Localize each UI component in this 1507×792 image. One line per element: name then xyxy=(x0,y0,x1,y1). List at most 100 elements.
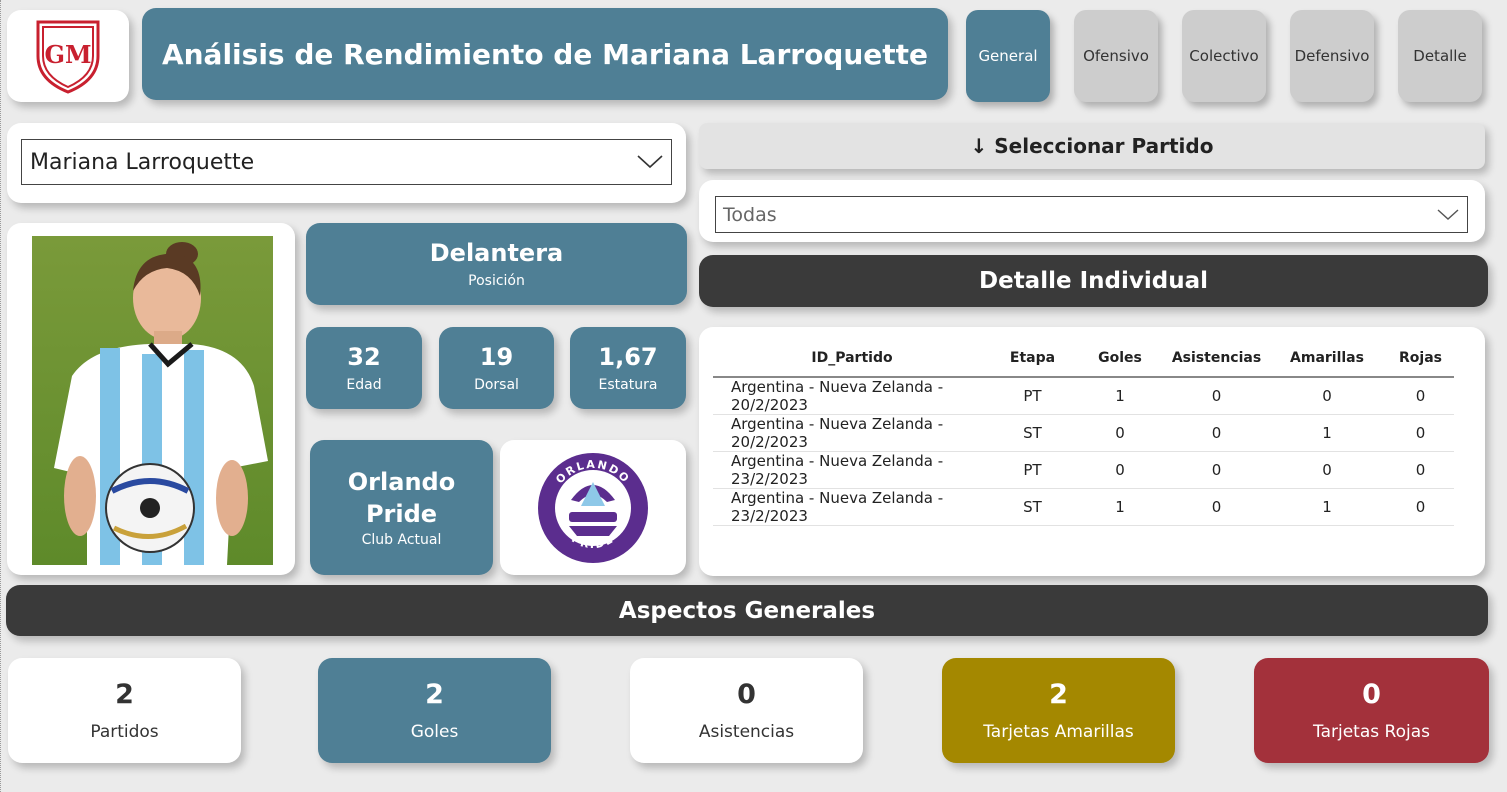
table-cell: ST xyxy=(991,488,1074,526)
tab-defensivo[interactable]: Defensivo xyxy=(1290,10,1374,102)
table-cell: 0 xyxy=(1267,451,1387,489)
dorsal-label: Dorsal xyxy=(474,377,519,393)
dorsal-card: 19 Dorsal xyxy=(439,327,554,409)
dorsal-value: 19 xyxy=(479,343,514,371)
match-select-header: ↓ Seleccionar Partido xyxy=(699,123,1485,169)
shield-logo-icon: GM xyxy=(36,20,100,94)
table-header-row: ID_Partido Etapa Goles Asistencias Amari… xyxy=(713,339,1454,378)
height-card: 1,67 Estatura xyxy=(570,327,686,409)
kpi-asistencias-value: 0 xyxy=(737,679,756,710)
table-row[interactable]: Argentina - Nueva Zelanda - 20/2/2023 ST… xyxy=(713,414,1454,452)
kpi-partidos-card: 2 Partidos xyxy=(8,658,241,763)
player-photo-card xyxy=(7,223,295,575)
column-header[interactable]: Etapa xyxy=(991,339,1074,378)
club-name-line1: Orlando xyxy=(347,467,456,496)
tab-general[interactable]: General xyxy=(966,10,1050,102)
table-cell: 0 xyxy=(1387,451,1454,489)
table-cell: Argentina - Nueva Zelanda - 20/2/2023 xyxy=(713,414,991,452)
position-card: Delantera Posición xyxy=(306,223,687,305)
kpi-goles-label: Goles xyxy=(410,722,459,742)
match-select-header-text: ↓ Seleccionar Partido xyxy=(970,134,1214,158)
general-section-title: Aspectos Generales xyxy=(618,597,876,624)
kpi-goles-card: 2 Goles xyxy=(318,658,551,763)
column-header[interactable]: Asistencias xyxy=(1166,339,1267,378)
tab-detalle[interactable]: Detalle xyxy=(1398,10,1482,102)
match-select-card: Todas xyxy=(699,180,1485,242)
table-cell: 0 xyxy=(1166,488,1267,526)
kpi-rojas-label: Tarjetas Rojas xyxy=(1313,722,1430,742)
table-cell: 0 xyxy=(1387,488,1454,526)
table-cell: 1 xyxy=(1267,414,1387,452)
chevron-down-icon xyxy=(1437,208,1459,220)
table-cell: Argentina - Nueva Zelanda - 20/2/2023 xyxy=(713,377,991,415)
club-logo-card: ORLANDO PRIDE xyxy=(500,440,686,575)
club-label: Club Actual xyxy=(361,531,442,548)
tab-colectivo[interactable]: Colectivo xyxy=(1182,10,1266,102)
table-cell: 0 xyxy=(1074,414,1166,452)
page-title-text: Análisis de Rendimiento de Mariana Larro… xyxy=(161,37,929,71)
club-logo-icon: ORLANDO PRIDE xyxy=(538,452,648,563)
table-cell: Argentina - Nueva Zelanda - 23/2/2023 xyxy=(713,488,991,526)
column-header[interactable]: Rojas xyxy=(1387,339,1454,378)
match-select-dropdown[interactable]: Todas xyxy=(715,196,1468,233)
chevron-down-icon xyxy=(637,155,663,169)
column-header[interactable]: Goles xyxy=(1074,339,1166,378)
detail-table: ID_Partido Etapa Goles Asistencias Amari… xyxy=(713,339,1454,526)
kpi-amarillas-value: 2 xyxy=(1049,679,1068,710)
tab-detalle-label: Detalle xyxy=(1413,47,1467,65)
column-header[interactable]: ID_Partido xyxy=(713,339,991,378)
height-label: Estatura xyxy=(598,377,658,393)
club-card: Orlando Pride Club Actual xyxy=(310,440,493,575)
tab-colectivo-label: Colectivo xyxy=(1189,47,1259,65)
age-label: Edad xyxy=(346,377,382,393)
detail-section-title: Detalle Individual xyxy=(979,268,1208,294)
tab-general-label: General xyxy=(978,47,1038,65)
table-cell: 1 xyxy=(1267,488,1387,526)
player-select-value: Mariana Larroquette xyxy=(30,149,255,175)
table-cell: PT xyxy=(991,377,1074,415)
kpi-asistencias-label: Asistencias xyxy=(698,722,795,742)
table-cell: PT xyxy=(991,451,1074,489)
table-row[interactable]: Argentina - Nueva Zelanda - 23/2/2023 PT… xyxy=(713,451,1454,489)
age-card: 32 Edad xyxy=(306,327,422,409)
team-logo: GM xyxy=(7,10,129,102)
detail-section-header: Detalle Individual xyxy=(699,255,1488,307)
player-select-card: Mariana Larroquette xyxy=(7,123,686,203)
table-cell: 0 xyxy=(1166,451,1267,489)
tab-defensivo-label: Defensivo xyxy=(1294,47,1370,65)
table-cell: 1 xyxy=(1074,488,1166,526)
kpi-rojas-value: 0 xyxy=(1362,679,1381,710)
column-header[interactable]: Amarillas xyxy=(1267,339,1387,378)
kpi-amarillas-label: Tarjetas Amarillas xyxy=(983,722,1134,742)
table-row[interactable]: Argentina - Nueva Zelanda - 23/2/2023 ST… xyxy=(713,488,1454,526)
table-cell: ST xyxy=(991,414,1074,452)
kpi-amarillas-card: 2 Tarjetas Amarillas xyxy=(942,658,1175,763)
kpi-partidos-value: 2 xyxy=(115,679,134,710)
table-row[interactable]: Argentina - Nueva Zelanda - 20/2/2023 PT… xyxy=(713,377,1454,415)
kpi-goles-value: 2 xyxy=(425,679,444,710)
player-photo-illustration xyxy=(32,236,273,565)
detail-table-card: ID_Partido Etapa Goles Asistencias Amari… xyxy=(699,327,1485,576)
position-label: Posición xyxy=(468,273,525,289)
club-name-line2: Pride xyxy=(365,499,438,528)
table-cell: 0 xyxy=(1387,414,1454,452)
kpi-asistencias-card: 0 Asistencias xyxy=(630,658,863,763)
table-cell: Argentina - Nueva Zelanda - 23/2/2023 xyxy=(713,451,991,489)
height-value: 1,67 xyxy=(598,343,658,371)
table-cell: 0 xyxy=(1166,377,1267,415)
table-cell: 1 xyxy=(1074,377,1166,415)
kpi-partidos-label: Partidos xyxy=(90,722,159,742)
age-value: 32 xyxy=(347,343,381,371)
player-select-dropdown[interactable]: Mariana Larroquette xyxy=(21,139,672,185)
general-section-header: Aspectos Generales xyxy=(6,585,1488,636)
player-photo xyxy=(32,236,273,565)
position-value: Delantera xyxy=(429,239,564,267)
kpi-rojas-card: 0 Tarjetas Rojas xyxy=(1254,658,1489,763)
tab-ofensivo-label: Ofensivo xyxy=(1083,47,1149,65)
table-cell: 0 xyxy=(1267,377,1387,415)
match-select-value: Todas xyxy=(723,203,777,226)
table-cell: 0 xyxy=(1387,377,1454,415)
table-cell: 0 xyxy=(1074,451,1166,489)
page-title: Análisis de Rendimiento de Mariana Larro… xyxy=(142,8,948,100)
tab-ofensivo[interactable]: Ofensivo xyxy=(1074,10,1158,102)
